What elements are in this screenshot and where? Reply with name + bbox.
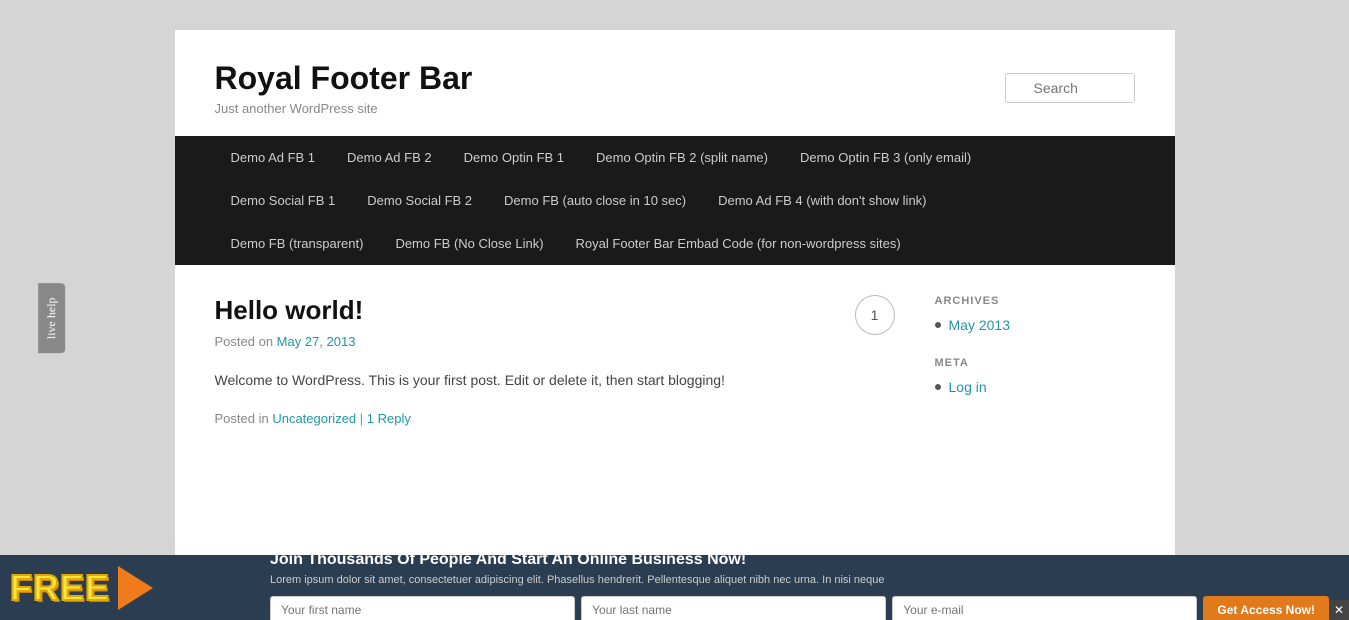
post-meta: Posted on May 27, 2013 — [215, 334, 835, 349]
sidebar-login-link[interactable]: Log in — [949, 379, 987, 395]
content-area: Hello world! Posted on May 27, 2013 1 We… — [175, 265, 1175, 456]
post-date[interactable]: May 27, 2013 — [277, 334, 356, 349]
site-nav: Demo Ad FB 1 Demo Ad FB 2 Demo Optin FB … — [175, 136, 1175, 265]
nav-item-demo-optin-fb1[interactable]: Demo Optin FB 1 — [448, 136, 580, 179]
footer-bar: FREE Join Thousands Of People And Start … — [0, 555, 1349, 620]
post-title: Hello world! — [215, 295, 835, 326]
site-title[interactable]: Royal Footer Bar — [215, 60, 473, 96]
post-footer: Posted in Uncategorized | 1 Reply — [215, 411, 895, 426]
post-meta-prefix: Posted on — [215, 334, 274, 349]
search-input[interactable] — [1005, 73, 1135, 103]
nav-row-1: Demo Ad FB 1 Demo Ad FB 2 Demo Optin FB … — [215, 136, 1135, 179]
footer-form: Get Access Now! — [270, 596, 1329, 620]
footer-cta-button[interactable]: Get Access Now! — [1203, 596, 1329, 620]
nav-row-3: Demo FB (transparent) Demo FB (No Close … — [215, 222, 1135, 265]
sidebar-archives-link-0[interactable]: May 2013 — [949, 317, 1010, 333]
main-content: Hello world! Posted on May 27, 2013 1 We… — [215, 295, 935, 426]
nav-item-demo-social-fb1[interactable]: Demo Social FB 1 — [215, 179, 352, 222]
nav-row-2: Demo Social FB 1 Demo Social FB 2 Demo F… — [215, 179, 1135, 222]
footer-content: Join Thousands Of People And Start An On… — [250, 551, 1349, 620]
site-description: Just another WordPress site — [215, 101, 473, 116]
post-footer-separator: | — [360, 411, 367, 426]
post-reply-link[interactable]: 1 Reply — [367, 411, 411, 426]
site-header: Royal Footer Bar Just another WordPress … — [175, 30, 1175, 136]
sidebar-archives-section: ARCHIVES May 2013 — [935, 295, 1135, 333]
comment-bubble[interactable]: 1 — [855, 295, 895, 335]
post-content: Welcome to WordPress. This is your first… — [215, 369, 895, 391]
arrow-icon — [118, 566, 153, 610]
nav-item-demo-fb-transparent[interactable]: Demo FB (transparent) — [215, 222, 380, 265]
nav-item-demo-ad-fb4[interactable]: Demo Ad FB 4 (with don't show link) — [702, 179, 942, 222]
main-container: Royal Footer Bar Just another WordPress … — [175, 30, 1175, 590]
bullet-icon — [935, 384, 941, 390]
nav-item-demo-ad-fb1[interactable]: Demo Ad FB 1 — [215, 136, 332, 179]
footer-close-button[interactable]: ✕ — [1329, 600, 1349, 620]
footer-email-input[interactable] — [892, 596, 1197, 620]
bullet-icon — [935, 322, 941, 328]
post-category[interactable]: Uncategorized — [272, 411, 356, 426]
footer-free-badge: FREE — [0, 555, 250, 620]
sidebar-meta-title: META — [935, 357, 1135, 369]
sidebar-archives-item-0: May 2013 — [935, 317, 1135, 333]
post-footer-prefix: Posted in — [215, 411, 269, 426]
post-header-row: Hello world! Posted on May 27, 2013 1 — [215, 295, 895, 369]
nav-item-demo-optin-fb2[interactable]: Demo Optin FB 2 (split name) — [580, 136, 784, 179]
post-info: Hello world! Posted on May 27, 2013 — [215, 295, 835, 369]
nav-item-royal-footer-embed[interactable]: Royal Footer Bar Embad Code (for non-wor… — [560, 222, 917, 265]
footer-subtext: Lorem ipsum dolor sit amet, consectetuer… — [270, 573, 1329, 587]
site-branding: Royal Footer Bar Just another WordPress … — [215, 60, 473, 116]
nav-item-demo-optin-fb3[interactable]: Demo Optin FB 3 (only email) — [784, 136, 987, 179]
nav-item-demo-social-fb2[interactable]: Demo Social FB 2 — [351, 179, 488, 222]
live-help-tab[interactable]: live help — [38, 284, 65, 354]
sidebar-meta-item-0: Log in — [935, 379, 1135, 395]
search-wrapper: 🔍 — [1005, 73, 1135, 103]
nav-item-demo-fb-noclose[interactable]: Demo FB (No Close Link) — [379, 222, 559, 265]
footer-lastname-input[interactable] — [581, 596, 886, 620]
sidebar: ARCHIVES May 2013 META Log in — [935, 295, 1135, 426]
footer-headline: Join Thousands Of People And Start An On… — [270, 551, 1329, 569]
sidebar-archives-title: ARCHIVES — [935, 295, 1135, 307]
footer-firstname-input[interactable] — [270, 596, 575, 620]
sidebar-meta-section: META Log in — [935, 357, 1135, 395]
nav-item-demo-ad-fb2[interactable]: Demo Ad FB 2 — [331, 136, 448, 179]
free-text: FREE — [10, 567, 110, 609]
nav-item-demo-fb-autoclose[interactable]: Demo FB (auto close in 10 sec) — [488, 179, 702, 222]
